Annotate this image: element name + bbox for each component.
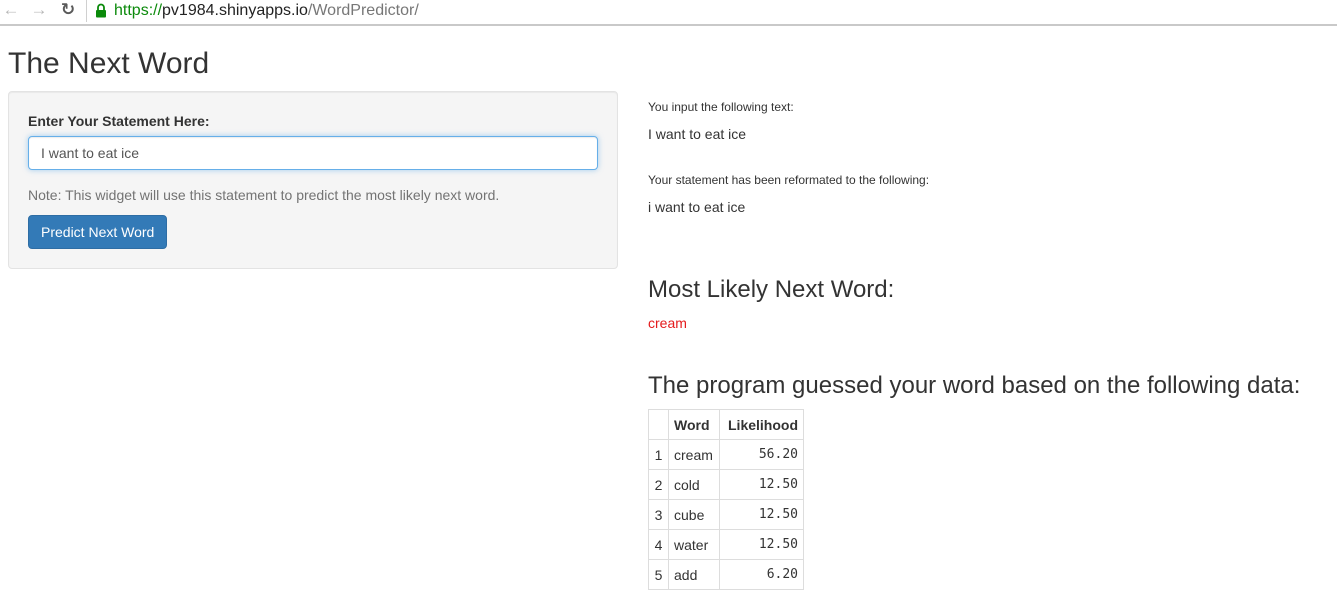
predicted-word: cream	[648, 315, 687, 331]
back-icon[interactable]: ←	[2, 1, 20, 19]
table-header-row: Word Likelihood	[648, 409, 804, 440]
row-index: 5	[648, 559, 669, 590]
row-likelihood: 56.20	[719, 439, 804, 470]
input-caption: You input the following text:	[648, 100, 794, 114]
row-likelihood: 12.50	[719, 499, 804, 530]
row-likelihood: 6.20	[719, 559, 804, 590]
statement-label: Enter Your Statement Here:	[28, 113, 210, 129]
row-likelihood: 12.50	[719, 469, 804, 500]
predict-next-word-button[interactable]: Predict Next Word	[28, 215, 168, 249]
word-column-header: Word	[668, 409, 720, 440]
row-index: 1	[648, 439, 669, 470]
table-row: 1 cream 56.20	[648, 439, 804, 470]
url-text[interactable]: https://pv1984.shinyapps.io/WordPredicto…	[114, 1, 419, 21]
table-row: 5 add 6.20	[648, 559, 804, 590]
table-row: 4 water 12.50	[648, 529, 804, 560]
prediction-heading: Most Likely Next Word:	[648, 276, 895, 303]
input-text: I want to eat ice	[648, 126, 747, 142]
forward-icon[interactable]: →	[30, 1, 48, 19]
row-word: cube	[668, 499, 720, 530]
row-index: 2	[648, 469, 669, 500]
page-title: The Next Word	[8, 47, 210, 80]
input-panel: Enter Your Statement Here: Note: This wi…	[8, 91, 618, 269]
row-index: 4	[648, 529, 669, 560]
row-word: cold	[668, 469, 720, 500]
statement-input[interactable]	[28, 136, 598, 170]
url-path: /WordPredictor/	[307, 2, 419, 19]
row-word: cream	[668, 439, 720, 470]
browser-toolbar: ← → ↻ https://pv1984.shinyapps.io/WordPr…	[0, 0, 1337, 26]
table-row: 3 cube 12.50	[648, 499, 804, 530]
url-host: pv1984.shinyapps.io	[162, 2, 308, 19]
url-scheme: https://	[114, 2, 163, 19]
likelihood-column-header: Likelihood	[719, 409, 804, 440]
address-bar[interactable]: https://pv1984.shinyapps.io/WordPredicto…	[86, 0, 1337, 22]
reload-icon[interactable]: ↻	[59, 1, 77, 19]
table-row: 2 cold 12.50	[648, 469, 804, 500]
lock-icon	[95, 3, 107, 18]
reformat-text: i want to eat ice	[648, 199, 746, 215]
reformat-caption: Your statement has been reformated to th…	[648, 173, 930, 187]
table-heading: The program guessed your word based on t…	[648, 372, 1301, 399]
row-word: water	[668, 529, 720, 560]
row-word: add	[668, 559, 720, 590]
row-index: 3	[648, 499, 669, 530]
row-likelihood: 12.50	[719, 529, 804, 560]
index-column-header	[648, 409, 669, 440]
help-note: Note: This widget will use this statemen…	[28, 187, 500, 203]
likelihood-table: Word Likelihood 1 cream 56.20 2 cold 12.…	[648, 409, 804, 590]
